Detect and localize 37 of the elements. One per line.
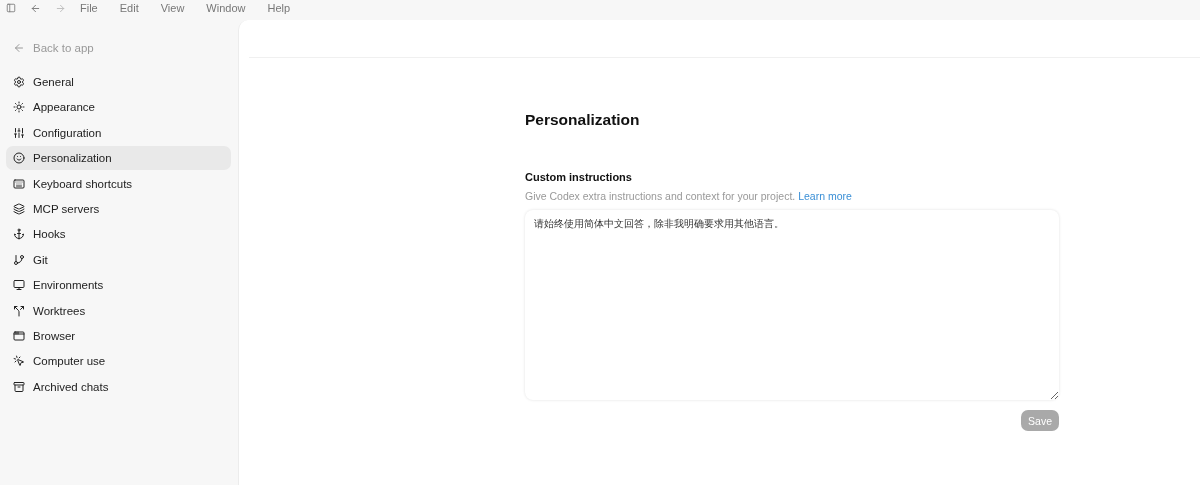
page-title: Personalization: [525, 111, 641, 130]
sidebar-item[interactable]: Environments: [6, 273, 231, 298]
sidebar-item[interactable]: Archived chats: [6, 374, 231, 399]
layers-icon: [13, 202, 25, 215]
anchor-icon: [13, 228, 25, 241]
sliders-icon: [13, 126, 25, 139]
pointer-click-icon: [13, 355, 25, 368]
window-icon: [13, 329, 25, 342]
gear-icon: [13, 76, 25, 88]
sidebar-item[interactable]: Browser: [6, 323, 231, 348]
monitor-icon: [13, 279, 25, 292]
smiley-icon: [13, 152, 25, 165]
sidebar-item[interactable]: Git: [6, 247, 231, 272]
split-arrow-icon: [13, 304, 25, 317]
sidebar-item[interactable]: Personalization: [6, 146, 231, 171]
menu-item[interactable]: View: [160, 2, 185, 14]
sidebar-item[interactable]: Keyboard shortcuts: [6, 171, 231, 196]
keyboard-icon: [13, 177, 25, 190]
instructions-field[interactable]: 请始终使用简体中文回答，除非我明确要求用其他语言。: [525, 210, 1059, 400]
menu-item[interactable]: Window: [206, 2, 246, 14]
back-arrow-icon: [13, 42, 25, 54]
sidebar-item[interactable]: Appearance: [6, 95, 231, 120]
archive-icon: [13, 380, 25, 393]
sidebar-item[interactable]: Computer use: [6, 349, 231, 374]
menu-item[interactable]: Help: [267, 2, 291, 14]
section-description: Give Codex extra instructions and context for your project. Learn more: [525, 190, 853, 202]
sidebar-item[interactable]: Worktrees: [6, 298, 231, 323]
menu-item[interactable]: Edit: [119, 2, 139, 14]
branch-icon: [13, 253, 25, 266]
sun-icon: [13, 101, 25, 114]
sidebar-item[interactable]: Configuration: [6, 120, 231, 145]
learn-more-link[interactable]: Learn more: [798, 190, 852, 202]
sidebar-item[interactable]: MCP servers: [6, 196, 231, 221]
section-title: Custom instructions: [525, 171, 633, 183]
sidebar-item[interactable]: Hooks: [6, 222, 231, 247]
menu-item[interactable]: File: [80, 2, 98, 14]
sidebar-item[interactable]: General: [6, 70, 231, 94]
